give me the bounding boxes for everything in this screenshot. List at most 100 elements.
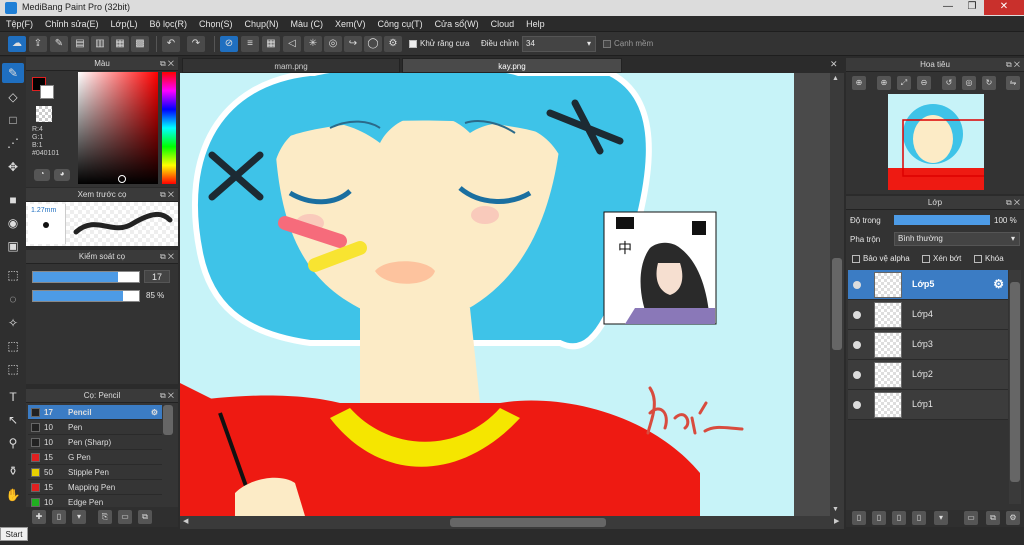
layer-row[interactable]: Lớp3 [848,330,1008,360]
fill-rect-icon[interactable]: ■ [2,190,24,210]
brush-item[interactable]: 15 G Pen [28,450,162,465]
layer-row[interactable]: Lớp1 [848,390,1008,420]
hand-tool-icon[interactable]: ✋ [2,485,24,505]
new-layer-icon[interactable]: ▯ [852,511,866,525]
navigator-thumbnail[interactable] [888,94,984,190]
color-picker-cursor[interactable] [118,175,126,183]
new-layer-1bit-icon[interactable]: ▯ [892,511,906,525]
brush-size-value[interactable]: 17 [144,270,170,283]
new-layer-8bit-icon[interactable]: ▯ [872,511,886,525]
maximize-button[interactable]: ❐ [960,0,984,15]
brush-item[interactable]: 10 Pen (Sharp) [28,435,162,450]
rectangle-tool-icon[interactable]: □ [2,110,24,130]
gear-icon[interactable]: ⚙ [993,277,1004,291]
menu-edit[interactable]: Chỉnh sửa(E) [39,16,105,32]
close-button[interactable]: ✕ [984,0,1024,15]
menu-window[interactable]: Cửa sổ(W) [429,16,485,32]
parallel-snap-icon[interactable]: ≡ [241,36,259,52]
soft-edge-option[interactable]: Cạnh mềm [603,39,653,48]
eraser-tool-icon[interactable]: ◇ [2,87,24,107]
clipping-checkbox[interactable] [922,254,930,263]
layer-settings-icon[interactable]: ⚙ [1006,511,1020,525]
transparent-swatch[interactable] [36,106,52,122]
vanishing-snap-icon[interactable]: ◁ [283,36,301,52]
visibility-icon[interactable] [853,281,861,289]
flip-icon[interactable]: ⇋ [1006,76,1020,90]
gear-icon[interactable]: ⚙ [384,36,402,52]
saturation-value-picker[interactable] [78,72,158,184]
visibility-icon[interactable] [853,401,861,409]
brush-item[interactable]: 15 Mapping Pen [28,480,162,495]
radial-snap-icon[interactable]: ✳ [304,36,322,52]
brush-tool-icon[interactable]: ✎ [2,63,24,83]
layer-row[interactable]: Lớp2 [848,360,1008,390]
blend-mode-select[interactable]: Bình thường ▾ [894,232,1020,246]
panel-close-icon[interactable]: ⧉ ✕ [160,57,174,71]
protect-alpha-option[interactable]: Bảo vệ alpha [852,254,910,263]
visibility-icon[interactable] [853,371,861,379]
circle-snap-icon[interactable]: ◎ [324,36,342,52]
folder-icon[interactable]: ▭ [964,511,978,525]
zoom-in-icon[interactable]: ⊕ [877,76,891,90]
minimize-button[interactable]: — [936,0,960,15]
zoom-out-icon[interactable]: ⊖ [917,76,931,90]
select-eraser-icon[interactable]: ⬚ [2,359,24,379]
protect-alpha-checkbox[interactable] [852,254,860,263]
panel-close-icon[interactable]: ⧉ ✕ [160,188,174,202]
snap-off-icon[interactable]: ⊘ [220,36,238,52]
ellipse-snap-icon[interactable]: ◯ [364,36,382,52]
tab-mam[interactable]: mam.png [182,58,400,73]
grid-icon[interactable]: ▩ [131,36,149,52]
layer-opacity-slider[interactable] [894,215,990,225]
new-halftone-layer-icon[interactable]: ▯ [912,511,926,525]
rotate-right-icon[interactable]: ↻ [982,76,996,90]
vertical-scroll-thumb[interactable] [832,258,842,350]
select-rect-icon[interactable]: ⬚ [2,265,24,285]
brush-opacity-slider[interactable] [32,290,140,302]
gear-icon[interactable]: ⚙ [151,405,158,420]
layout-icon[interactable]: ▦ [111,36,129,52]
text-tool-icon[interactable]: T [2,387,24,407]
menu-snap[interactable]: Chụp(N) [239,16,285,32]
scroll-right-icon[interactable]: ▶ [834,517,839,525]
cloud-icon[interactable]: ☁ [8,36,26,52]
menu-help[interactable]: Help [520,16,551,32]
brush-item[interactable]: 50 Stipple Pen [28,465,162,480]
dropper-tool-icon[interactable]: ⚲ [2,433,24,453]
visibility-icon[interactable] [853,311,861,319]
canvas-viewport[interactable]: 中 [180,73,830,516]
panel-close-icon[interactable]: ⧉ ✕ [1006,58,1020,72]
scroll-down-icon[interactable]: ▼ [832,506,839,513]
operation-tool-icon[interactable]: ↖ [2,410,24,430]
undo-icon[interactable]: ↶ [162,36,180,52]
gradient-tool-icon[interactable]: ▣ [2,236,24,256]
page-icon[interactable]: ▤ [71,36,89,52]
brush-list-scroll-thumb[interactable] [163,405,173,435]
folder-icon[interactable]: ▭ [118,510,132,524]
tab-kay[interactable]: kay.png [402,58,622,73]
curve-snap-icon[interactable]: ↪ [344,36,362,52]
visibility-icon[interactable] [853,341,861,349]
lasso-tool-icon[interactable]: ◌ [2,289,24,309]
add-brush-icon[interactable]: ✚ [32,510,46,524]
menu-color[interactable]: Màu (C) [285,16,330,32]
eyedropper-icon[interactable]: ⚱ [2,461,24,481]
soft-edge-checkbox[interactable] [603,39,611,48]
color-wheel-icon[interactable]: ◕ [54,169,70,181]
horizontal-scroll-thumb[interactable] [450,518,606,527]
rotate-left-icon[interactable]: ↺ [942,76,956,90]
fit-icon[interactable]: ⤢ [897,76,911,90]
lock-option[interactable]: Khóa [974,254,1004,263]
layers-scroll-thumb[interactable] [1010,282,1020,482]
antialias-checkbox[interactable] [409,39,417,48]
tab-close-icon[interactable]: ✕ [830,59,838,70]
clipping-option[interactable]: Xén bớt [922,254,961,263]
bucket-tool-icon[interactable]: ◉ [2,213,24,233]
lock-checkbox[interactable] [974,254,982,263]
move-tool-icon[interactable]: ✥ [2,157,24,177]
brush-item[interactable]: 17 Pencil ⚙ [28,405,162,420]
panel-close-icon[interactable]: ⧉ ✕ [160,250,174,264]
layer-row[interactable]: Lớp5 ⚙ [848,270,1008,300]
background-color-swatch[interactable] [40,85,54,99]
palette-icon[interactable]: ◔ [34,169,50,181]
